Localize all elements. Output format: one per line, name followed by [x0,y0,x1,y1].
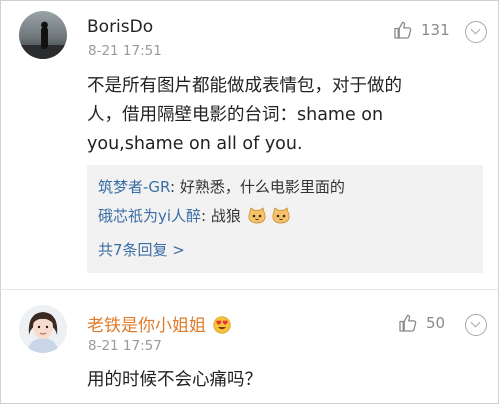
reply-separator: : [170,178,180,196]
avatar-image [19,305,67,353]
username[interactable]: 老铁是你小姐姐 [87,311,232,336]
chevron-down-icon [470,24,481,35]
avatar[interactable] [19,11,67,59]
like-count: 131 [421,21,450,39]
thumbs-up-icon [394,21,412,39]
thumbs-up-icon [399,314,417,332]
like-button[interactable]: 50 [398,313,445,333]
comment-divider [0,289,499,290]
avatar[interactable] [19,305,67,353]
cat-emoji-icon [248,207,266,224]
chevron-down-icon [470,317,481,328]
like-button[interactable]: 131 [393,20,450,40]
comment-text-line: 用的时候不会心痛吗？ [87,370,262,390]
like-count: 50 [426,314,446,332]
username[interactable]: BorisDo [87,17,153,37]
timestamp: 8-21 17:51 [88,43,162,59]
comment-text-line: you,shame on all of you. [87,134,303,154]
comment-text-line: 人，借用隔壁电影的台词：shame on [87,105,384,125]
comment-text-line: 不是所有图片都能做成表情包，对于做的 [87,76,402,96]
reply-separator: : [201,207,211,225]
reply-item[interactable]: 筑梦者-GR: 好熟悉，什么电影里面的 [98,176,345,197]
timestamp: 8-21 17:57 [88,338,162,354]
username-text: 老铁是你小姐姐 [87,316,206,336]
comment-text: 用的时候不会心痛吗？ [87,366,262,395]
reply-username[interactable]: 筑梦者-GR [98,178,170,196]
view-all-replies-link[interactable]: 共7条回复 > [98,239,185,260]
cat-emoji-icon [272,207,290,224]
comment-text: 不是所有图片都能做成表情包，对于做的 人，借用隔壁电影的台词：shame on … [87,72,402,159]
more-options-button[interactable] [465,21,487,43]
avatar-image [19,11,67,59]
reply-username[interactable]: 硪芯祇为yi人醉 [98,207,201,225]
reply-text: 战狼 [210,207,241,225]
more-options-button[interactable] [465,314,487,336]
heart-eyes-emoji-icon [213,316,232,334]
reply-text: 好熟悉，什么电影里面的 [179,178,345,196]
reply-item[interactable]: 硪芯祇为yi人醉: 战狼 [98,205,290,226]
reply-thread: 筑梦者-GR: 好熟悉，什么电影里面的 硪芯祇为yi人醉: 战狼 共7条回复 > [87,165,483,273]
